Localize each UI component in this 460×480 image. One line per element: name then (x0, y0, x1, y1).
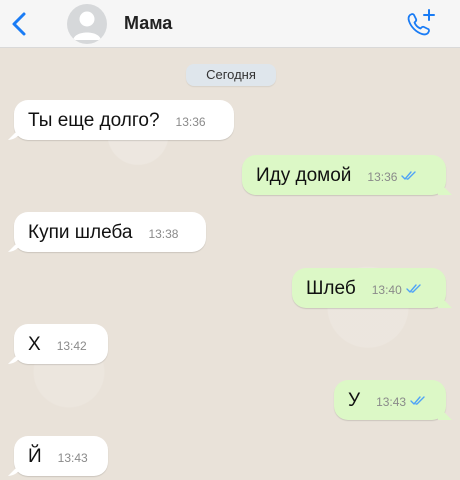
message-time: 13:43 (57, 451, 88, 465)
chevron-left-icon (12, 12, 26, 36)
message-text: Шлеб (306, 278, 356, 299)
incoming-message[interactable]: Ты еще долго? 13:36 (14, 100, 234, 140)
outgoing-message[interactable]: Иду домой 13:36 (242, 155, 446, 195)
message-text: Иду домой (256, 165, 352, 186)
outgoing-message[interactable]: У 13:43 (334, 380, 446, 420)
add-call-icon (407, 9, 435, 36)
message-text: Купи шлеба (28, 222, 133, 243)
message-time: 13:42 (56, 339, 87, 353)
message-time: 13:43 (376, 395, 407, 409)
chat-screen: Мама Сегодня Ты еще долго? 13:36 Иду дом… (0, 0, 460, 480)
message-text: У (348, 390, 361, 411)
read-receipt-icon (410, 396, 425, 405)
message-text: Х (28, 334, 41, 355)
add-call-button[interactable] (402, 6, 438, 42)
incoming-message[interactable]: Й 13:43 (14, 436, 108, 476)
message-time: 13:36 (367, 170, 398, 184)
contact-name[interactable]: Мама (124, 13, 172, 34)
message-time: 13:40 (371, 283, 402, 297)
chat-header: Мама (0, 0, 460, 48)
back-button[interactable] (6, 8, 34, 40)
message-time: 13:36 (175, 115, 206, 129)
incoming-message[interactable]: Х 13:42 (14, 324, 108, 364)
read-receipt-icon (401, 171, 417, 180)
message-text: Й (28, 446, 42, 467)
date-separator: Сегодня (186, 64, 276, 86)
read-receipt-icon (406, 284, 421, 293)
avatar[interactable] (67, 4, 107, 44)
default-avatar-icon (73, 11, 101, 40)
message-list[interactable]: Сегодня Ты еще долго? 13:36 Иду домой 13… (0, 48, 460, 480)
message-time: 13:38 (148, 227, 179, 241)
incoming-message[interactable]: Купи шлеба 13:38 (14, 212, 206, 252)
message-text: Ты еще долго? (28, 110, 160, 131)
outgoing-message[interactable]: Шлеб 13:40 (292, 268, 446, 308)
